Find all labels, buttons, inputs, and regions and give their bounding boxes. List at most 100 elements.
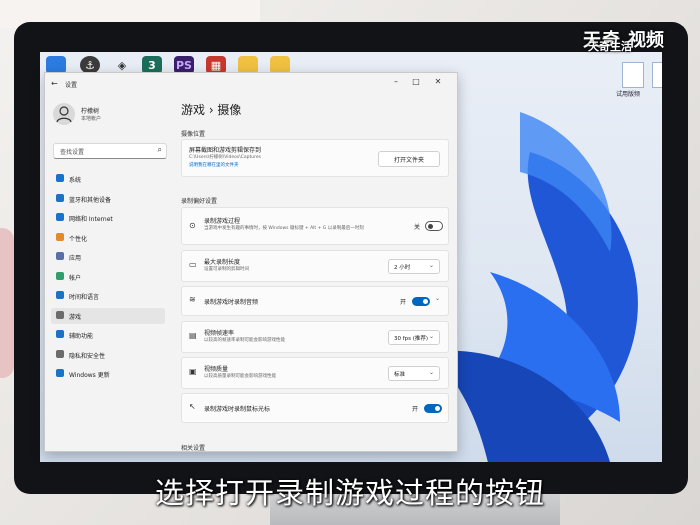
- max-length-desc: 设置可录制的剪辑时间: [204, 267, 249, 272]
- record-audio-title: 录制游戏时录制音频: [204, 299, 259, 306]
- video-quality-icon: ▣: [189, 367, 197, 376]
- desktop-file-icon[interactable]: [652, 62, 662, 88]
- video-quality-desc: 以较高质量录制可能会影响游戏性能: [204, 374, 276, 379]
- max-recording-length-row: ▭ 最大录制长度 设置可录制的剪辑时间 2 小时 ⌄: [181, 250, 449, 282]
- search-placeholder: 查找设置: [60, 149, 85, 156]
- breadcrumb: 游戏 › 摄像: [181, 103, 242, 117]
- settings-window: ← 设置 – □ ✕ 柠檬树 本地帐户 查找设置 ⌕ 系统蓝牙和其他设备 网络和 …: [44, 72, 458, 452]
- sidebar-item-icon: [56, 232, 64, 241]
- sidebar-item[interactable]: 蓝牙和其他设备: [51, 191, 165, 207]
- sidebar-item-icon: [56, 310, 64, 319]
- watermark-video: 视频: [628, 30, 664, 51]
- sidebar-item-label: 应用: [69, 255, 82, 262]
- section-related-settings: 相关设置: [181, 445, 206, 452]
- sidebar-item-label: 个性化: [69, 235, 88, 243]
- max-length-dropdown[interactable]: 2 小时 ⌄: [388, 259, 440, 274]
- close-icon[interactable]: ✕: [431, 77, 445, 86]
- sidebar-item-icon: [56, 330, 64, 338]
- sidebar-item-label: 辅助功能: [69, 333, 94, 340]
- search-input[interactable]: 查找设置 ⌕: [53, 143, 167, 159]
- avatar[interactable]: [53, 103, 75, 125]
- sidebar-item-label: 帐户: [69, 274, 82, 282]
- capture-folder-link[interactable]: 说明我在哪在里的文件夹: [189, 162, 239, 168]
- sidebar-item[interactable]: 个性化: [51, 230, 165, 246]
- user-name: 柠檬树: [81, 108, 100, 115]
- capture-folder-row: 屏幕截图和游戏剪辑保存到 C:\Users\柠檬树\Videos\Capture…: [181, 139, 449, 177]
- record-gameplay-title: 录制游戏过程: [204, 218, 241, 225]
- sidebar-item[interactable]: 时间和语言: [51, 288, 165, 304]
- sidebar-item-label: 系统: [69, 177, 82, 184]
- section-capture-location: 摄像位置: [181, 131, 206, 138]
- video-framerate-row: ▤ 视频帧速率 以较高的帧速率录制可能会影响游戏性能 30 fps (推荐) ⌄: [181, 321, 449, 353]
- audio-wave-icon: ≋: [189, 295, 196, 304]
- camera-icon: ▭: [189, 260, 197, 269]
- window-title: 设置: [65, 82, 78, 89]
- sidebar-item-label: 网络和 Internet: [69, 216, 113, 223]
- minimize-icon[interactable]: –: [389, 77, 403, 86]
- capture-folder-title: 屏幕截图和游戏剪辑保存到: [189, 147, 262, 154]
- sidebar-item-icon: [56, 193, 64, 202]
- record-cursor-title: 录制游戏时录制鼠标光标: [204, 406, 271, 413]
- sidebar-item[interactable]: 游戏: [51, 307, 165, 324]
- record-cursor-row: ↖ 录制游戏时录制鼠标光标 开: [181, 393, 449, 423]
- back-arrow-icon[interactable]: ←: [51, 79, 58, 88]
- sidebar-item-icon: [56, 291, 64, 299]
- sidebar-item-icon: [56, 174, 64, 182]
- cursor-icon: ↖: [189, 402, 196, 411]
- chevron-down-icon: ⌄: [428, 262, 434, 269]
- sidebar-item[interactable]: 网络和 Internet: [51, 210, 165, 226]
- record-audio-toggle[interactable]: [412, 297, 430, 306]
- sidebar-item-icon: [56, 369, 64, 377]
- max-length-value: 2 小时: [394, 265, 411, 271]
- record-audio-row: ≋ 录制游戏时录制音频 开 ⌄: [181, 286, 449, 316]
- framerate-title: 视频帧速率: [204, 330, 235, 337]
- sidebar-item-label: 隐私和安全性: [69, 352, 106, 360]
- capture-folder-path: C:\Users\柠檬树\Videos\Captures: [189, 155, 262, 160]
- sidebar-item-label: 时间和语言: [69, 294, 100, 301]
- sidebar-item-icon: [56, 213, 64, 221]
- search-icon: ⌕: [157, 145, 162, 154]
- video-quality-title: 视频质量: [204, 366, 229, 373]
- sidebar-item-label: 蓝牙和其他设备: [69, 196, 112, 204]
- record-icon: ⊙: [189, 221, 196, 230]
- record-gameplay-row: ⊙ 录制游戏过程 当游戏中发生有趣的事情时，按 Windows 徽标键 + Al…: [181, 207, 449, 245]
- sidebar-item[interactable]: 隐私和安全性: [51, 347, 165, 363]
- chevron-down-icon: ⌄: [428, 369, 434, 376]
- record-cursor-state: 开: [412, 406, 419, 413]
- chevron-down-icon[interactable]: ⌄: [435, 295, 440, 302]
- sidebar-item-icon: [56, 349, 64, 358]
- sidebar-item-icon: [56, 271, 64, 280]
- sidebar-item[interactable]: 系统: [51, 171, 165, 187]
- open-folder-button[interactable]: 打开文件夹: [378, 151, 440, 167]
- chevron-down-icon: ⌄: [428, 333, 434, 340]
- record-audio-state: 开: [400, 299, 407, 306]
- section-recording-preferences: 录制偏好设置: [181, 198, 218, 205]
- video-quality-value: 标准: [394, 372, 406, 378]
- record-gameplay-desc: 当游戏中发生有趣的事情时，按 Windows 徽标键 + Alt + G 以录制…: [204, 226, 364, 231]
- framerate-dropdown[interactable]: 30 fps (推荐) ⌄: [388, 330, 440, 345]
- pink-object: [0, 228, 14, 378]
- sidebar-item[interactable]: 应用: [51, 249, 165, 265]
- user-account-type: 本地帐户: [81, 116, 102, 122]
- person-icon: [56, 106, 72, 123]
- sidebar-item-icon: [56, 252, 64, 260]
- record-cursor-toggle[interactable]: [424, 404, 442, 413]
- max-length-title: 最大录制长度: [204, 259, 241, 266]
- framerate-value: 30 fps (推荐): [394, 336, 429, 342]
- record-gameplay-state: 关: [414, 224, 421, 231]
- video-subtitle: 选择打开录制游戏过程的按钮: [154, 476, 545, 510]
- open-folder-label: 打开文件夹: [393, 157, 424, 164]
- video-quality-dropdown[interactable]: 标准 ⌄: [388, 366, 440, 381]
- framerate-icon: ▤: [189, 331, 197, 340]
- sidebar-item[interactable]: Windows 更新: [51, 366, 165, 382]
- framerate-desc: 以较高的帧速率录制可能会影响游戏性能: [204, 338, 285, 343]
- sidebar-item[interactable]: 帐户: [51, 269, 165, 285]
- record-gameplay-toggle[interactable]: [425, 221, 443, 231]
- sidebar-item[interactable]: 辅助功能: [51, 327, 165, 343]
- video-quality-row: ▣ 视频质量 以较高质量录制可能会影响游戏性能 标准 ⌄: [181, 357, 449, 389]
- maximize-icon[interactable]: □: [409, 77, 423, 86]
- desktop-file-icon[interactable]: [622, 62, 644, 88]
- watermark-text: 天奇生活: [588, 40, 632, 53]
- sidebar-item-label: Windows 更新: [69, 372, 110, 379]
- desktop-icon-label: 试用版频: [616, 91, 641, 98]
